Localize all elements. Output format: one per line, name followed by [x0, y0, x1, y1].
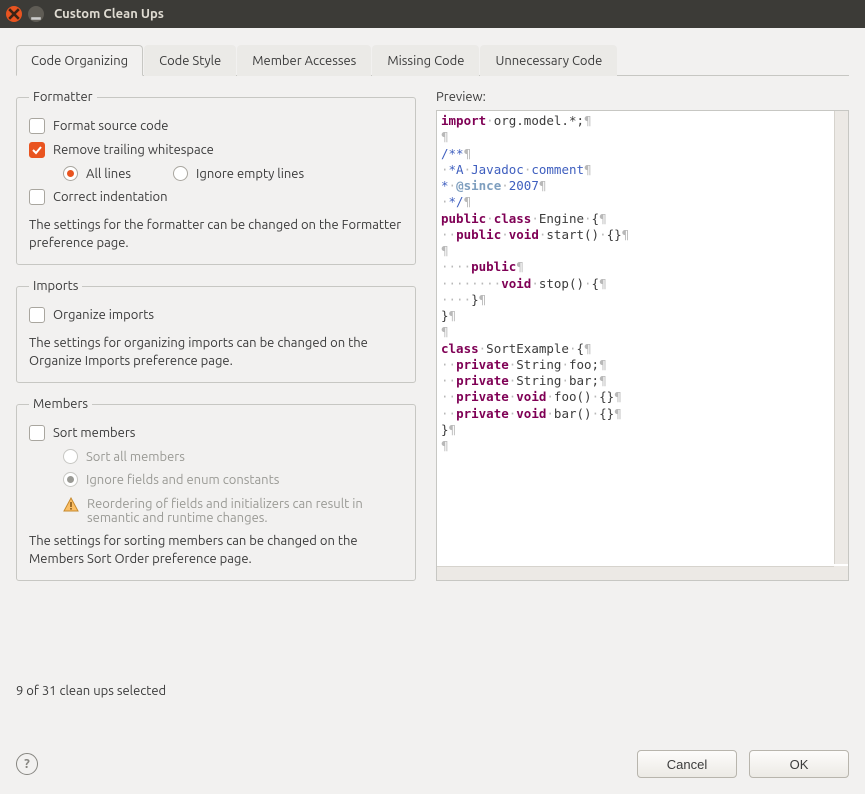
- tab-bar: Code Organizing Code Style Member Access…: [16, 44, 849, 76]
- horizontal-scrollbar[interactable]: [437, 566, 834, 580]
- members-group: Members Sort members Sort all members Ig…: [16, 397, 416, 581]
- members-desc: The settings for sorting members can be …: [29, 533, 403, 568]
- dialog-buttons: Cancel OK: [637, 750, 849, 778]
- tab-member-accesses[interactable]: Member Accesses: [237, 45, 371, 76]
- scrollbar-corner: [834, 566, 848, 580]
- format-source-label: Format source code: [53, 119, 403, 133]
- format-source-checkbox[interactable]: [29, 118, 45, 134]
- tab-unnecessary-code[interactable]: Unnecessary Code: [480, 45, 617, 76]
- remove-trailing-checkbox[interactable]: [29, 142, 45, 158]
- status-text: 9 of 31 clean ups selected: [16, 684, 166, 698]
- imports-desc: The settings for organizing imports can …: [29, 335, 403, 370]
- formatter-group: Formatter Format source code Remove trai…: [16, 90, 416, 265]
- all-lines-radio[interactable]: [63, 166, 78, 181]
- preview-label: Preview:: [436, 90, 849, 104]
- all-lines-label: All lines: [86, 167, 131, 181]
- sort-members-checkbox[interactable]: [29, 425, 45, 441]
- formatter-legend: Formatter: [29, 90, 97, 104]
- remove-trailing-label: Remove trailing whitespace: [53, 143, 403, 157]
- ignore-empty-label: Ignore empty lines: [196, 167, 304, 181]
- warning-text: Reordering of fields and initializers ca…: [87, 497, 403, 525]
- titlebar: Custom Clean Ups: [0, 0, 865, 28]
- warning-icon: [63, 497, 79, 513]
- sort-all-label: Sort all members: [86, 450, 185, 464]
- minimize-icon[interactable]: [28, 6, 44, 22]
- ignore-empty-radio[interactable]: [173, 166, 188, 181]
- correct-indentation-checkbox[interactable]: [29, 189, 45, 205]
- imports-legend: Imports: [29, 279, 82, 293]
- ignore-fields-label: Ignore fields and enum constants: [86, 473, 279, 487]
- sort-members-label: Sort members: [53, 426, 403, 440]
- help-icon[interactable]: ?: [16, 753, 38, 775]
- preview-box[interactable]: import·org.model.*;¶ ¶ /**¶ ·*A·Javadoc·…: [436, 110, 849, 581]
- ok-button[interactable]: OK: [749, 750, 849, 778]
- ignore-fields-radio: [63, 472, 78, 487]
- options-panel: Formatter Format source code Remove trai…: [16, 90, 416, 581]
- formatter-desc: The settings for the formatter can be ch…: [29, 217, 403, 252]
- cancel-button[interactable]: Cancel: [637, 750, 737, 778]
- tab-code-organizing[interactable]: Code Organizing: [16, 45, 143, 76]
- tab-missing-code[interactable]: Missing Code: [372, 45, 479, 76]
- preview-panel: Preview: import·org.model.*;¶ ¶ /**¶ ·*A…: [436, 90, 849, 581]
- tab-code-style[interactable]: Code Style: [144, 45, 236, 76]
- organize-imports-checkbox[interactable]: [29, 307, 45, 323]
- correct-indentation-label: Correct indentation: [53, 190, 403, 204]
- close-icon[interactable]: [6, 6, 22, 22]
- members-legend: Members: [29, 397, 92, 411]
- vertical-scrollbar[interactable]: [834, 111, 848, 564]
- organize-imports-label: Organize imports: [53, 308, 403, 322]
- sort-all-radio: [63, 449, 78, 464]
- imports-group: Imports Organize imports The settings fo…: [16, 279, 416, 383]
- window-title: Custom Clean Ups: [54, 7, 164, 21]
